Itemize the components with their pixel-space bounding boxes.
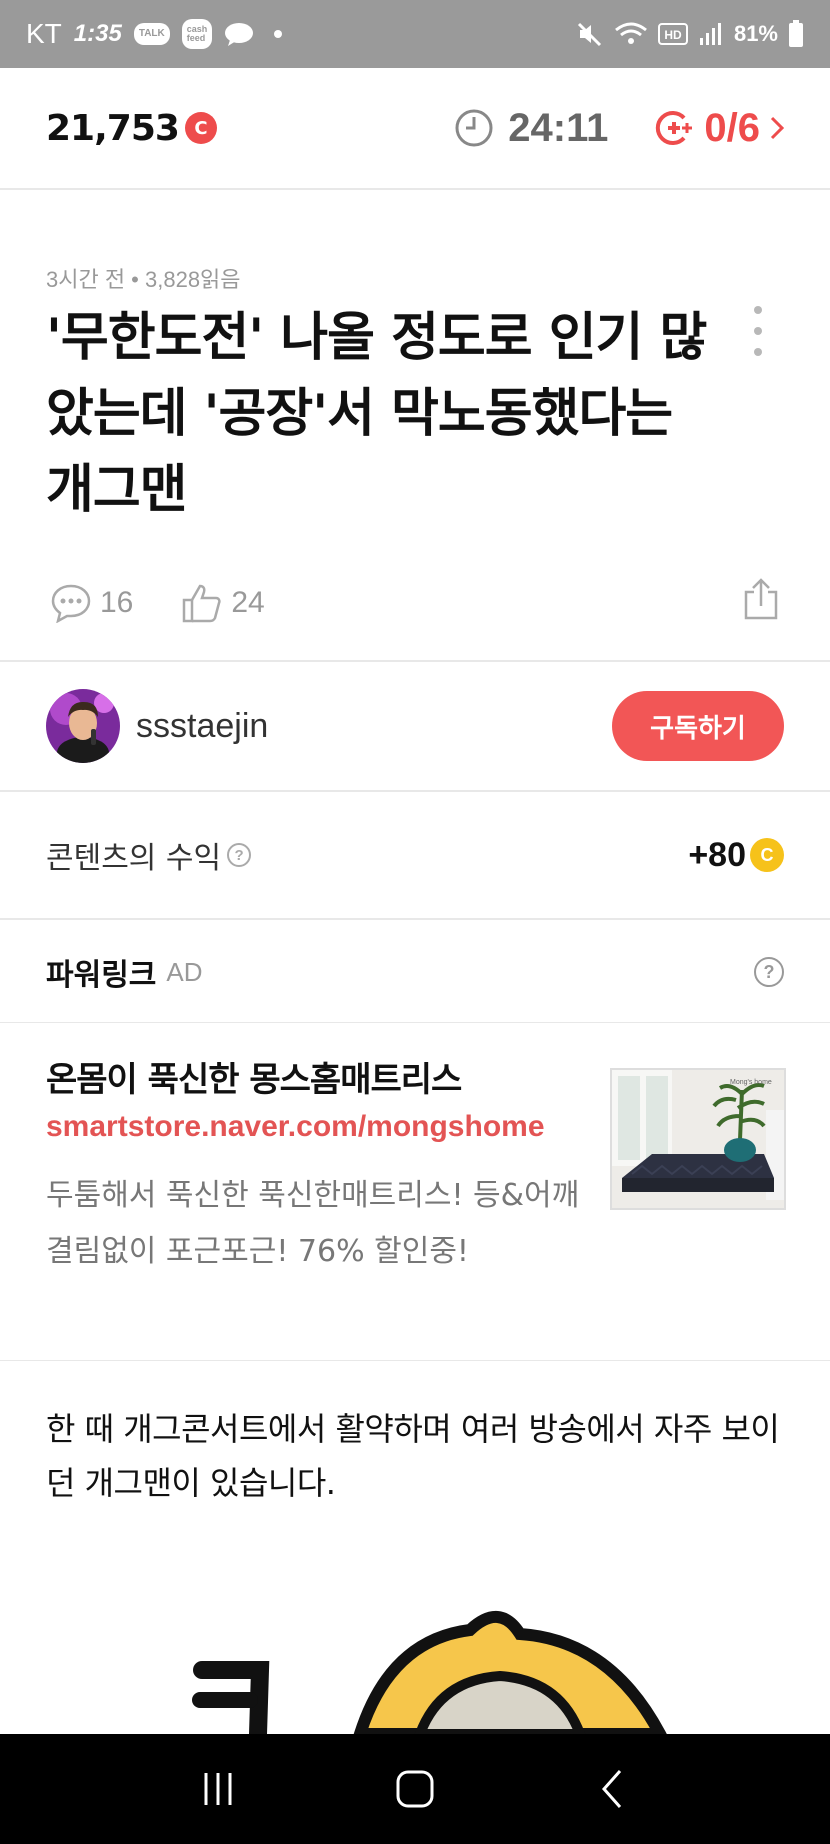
- home-icon: [396, 1770, 434, 1808]
- chat-bubble-notification-icon: [225, 23, 254, 46]
- speech-bubble-icon: [51, 584, 91, 623]
- mattress-image: Mong's home: [612, 1070, 784, 1208]
- points-bar: 21,753 C 24:11 0/6: [0, 68, 830, 190]
- clock-icon: [455, 109, 493, 147]
- ad-thumbnail[interactable]: Mong's home: [610, 1068, 786, 1210]
- author-avatar[interactable]: [46, 689, 120, 763]
- thumbs-up-icon: [183, 584, 221, 623]
- ad-card[interactable]: 온몸이 푹신한 몽스홈매트리스 smartstore.naver.com/mon…: [46, 1040, 786, 1340]
- mission-counter[interactable]: 0/6: [654, 106, 784, 151]
- reading-timer[interactable]: 24:11: [454, 106, 608, 151]
- divider: [0, 1022, 830, 1023]
- battery-percent: 81%: [733, 21, 778, 46]
- mute-icon: [577, 22, 602, 47]
- recent-apps-button[interactable]: [188, 1759, 248, 1819]
- revenue-amount: +80 C: [688, 836, 784, 875]
- back-button[interactable]: [582, 1759, 642, 1819]
- clock-label: 1:35: [73, 20, 122, 47]
- kebab-menu-icon[interactable]: [746, 306, 770, 356]
- ad-description: 두툼해서 푹신한 푹신한매트리스! 등&어깨 결림없이 포근포근! 76% 할인…: [46, 1178, 580, 1269]
- revenue-value: +80: [688, 835, 746, 874]
- ad-help-icon[interactable]: ?: [754, 957, 784, 987]
- ad-tag: AD: [166, 956, 203, 987]
- content-revenue-row: 콘텐츠의 수익 ? +80 C: [46, 792, 784, 918]
- revenue-label: 콘텐츠의 수익: [46, 841, 222, 876]
- system-nav-bar: [0, 1734, 830, 1844]
- divider: [0, 1360, 830, 1361]
- timer-value: 24:11: [508, 105, 609, 150]
- comment-count: 16: [100, 586, 134, 619]
- article-paragraph: 한 때 개그콘서트에서 활약하며 여러 방송에서 자주 보이던 개그맨이 있습니…: [46, 1410, 780, 1502]
- coin-icon: C: [184, 112, 217, 144]
- coin-plus-icon: [656, 111, 693, 145]
- author-row: ssstaejin 구독하기: [46, 662, 784, 790]
- powerlink-header: 파워링크 AD ?: [46, 920, 784, 1024]
- points-amount: 21,753: [46, 107, 180, 149]
- like-count: 24: [231, 586, 265, 619]
- ad-url[interactable]: smartstore.naver.com/mongshome: [46, 1110, 586, 1144]
- cashfeed-notification-icon: cash feed: [181, 19, 213, 49]
- comment-button[interactable]: 16: [50, 583, 133, 623]
- coin-icon: C: [750, 838, 784, 872]
- share-icon: [744, 578, 778, 620]
- svg-text:HD: HD: [664, 28, 682, 42]
- wifi-icon: [615, 22, 647, 44]
- article-illustration: [0, 1600, 830, 1734]
- talk-notification-icon: TALK: [133, 23, 170, 45]
- back-icon: [601, 1770, 621, 1808]
- status-bar: KT 1:35 TALK cash feed HD 81%: [0, 0, 830, 68]
- more-notifications-dot: [274, 30, 283, 38]
- status-left: KT 1:35 TALK cash feed: [26, 18, 283, 50]
- avatar-image: [46, 689, 120, 763]
- revenue-help-icon[interactable]: ?: [227, 843, 252, 867]
- reaction-bar: 16 24: [50, 578, 780, 628]
- home-button[interactable]: [385, 1759, 445, 1819]
- thumb-logo: Mong's home: [730, 1079, 772, 1086]
- status-right: HD 81%: [576, 20, 804, 48]
- share-button[interactable]: [742, 578, 780, 628]
- author-name[interactable]: ssstaejin: [136, 707, 268, 746]
- signal-icon: [699, 23, 721, 45]
- article-meta: 3시간 전 • 3,828읽음: [46, 267, 241, 292]
- carrier-label: KT: [26, 18, 62, 49]
- mission-value: 0/6: [704, 105, 760, 150]
- like-button[interactable]: 24: [181, 583, 265, 623]
- article-title: '무한도전' 나올 정도로 인기 많았는데 '공장'서 막노동했다는 개그맨: [46, 308, 707, 520]
- recent-apps-icon: [204, 1773, 232, 1805]
- hd-voice-icon: HD: [657, 23, 688, 45]
- subscribe-button[interactable]: 구독하기: [612, 691, 784, 761]
- cartoon-image: [192, 1610, 667, 1734]
- battery-icon: [789, 20, 803, 47]
- powerlink-title: 파워링크: [46, 958, 157, 993]
- ad-headline[interactable]: 온몸이 푹신한 몽스홈매트리스: [46, 1052, 586, 1101]
- chevron-right-icon: [770, 116, 784, 140]
